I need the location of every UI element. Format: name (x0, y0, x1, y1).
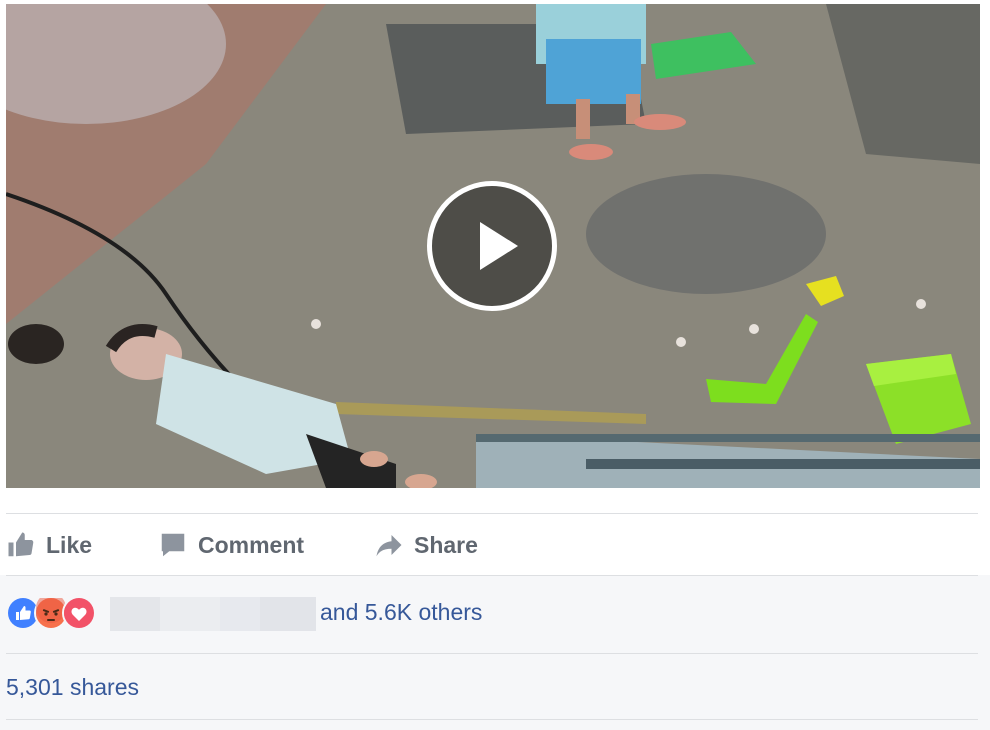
share-arrow-icon (374, 530, 404, 560)
video-thumbnail[interactable] (6, 4, 980, 488)
comment-bubble-icon (158, 530, 188, 560)
like-button[interactable]: Like (6, 516, 92, 574)
blurred-names (110, 597, 316, 631)
love-reaction-icon (62, 596, 96, 630)
play-button[interactable] (427, 181, 557, 311)
shares-count-link[interactable]: 5,301 shares (6, 674, 139, 701)
stats-top-divider (6, 575, 978, 576)
post-actions-bar: Like Comment Share (6, 516, 978, 574)
thumbs-up-icon (6, 530, 36, 560)
comment-label: Comment (198, 531, 305, 558)
actions-top-divider (6, 513, 978, 514)
reaction-icons[interactable] (6, 595, 96, 631)
reactions-count-link[interactable]: and 5.6K others (320, 599, 482, 626)
comment-button[interactable]: Comment (158, 516, 304, 574)
play-icon (480, 222, 518, 270)
post-stats: and 5.6K others 5,301 shares (0, 575, 990, 730)
share-button[interactable]: Share (374, 516, 478, 574)
stats-bottom-divider (6, 719, 978, 720)
stats-middle-divider (6, 653, 978, 654)
like-label: Like (46, 531, 93, 558)
share-label: Share (414, 531, 478, 558)
